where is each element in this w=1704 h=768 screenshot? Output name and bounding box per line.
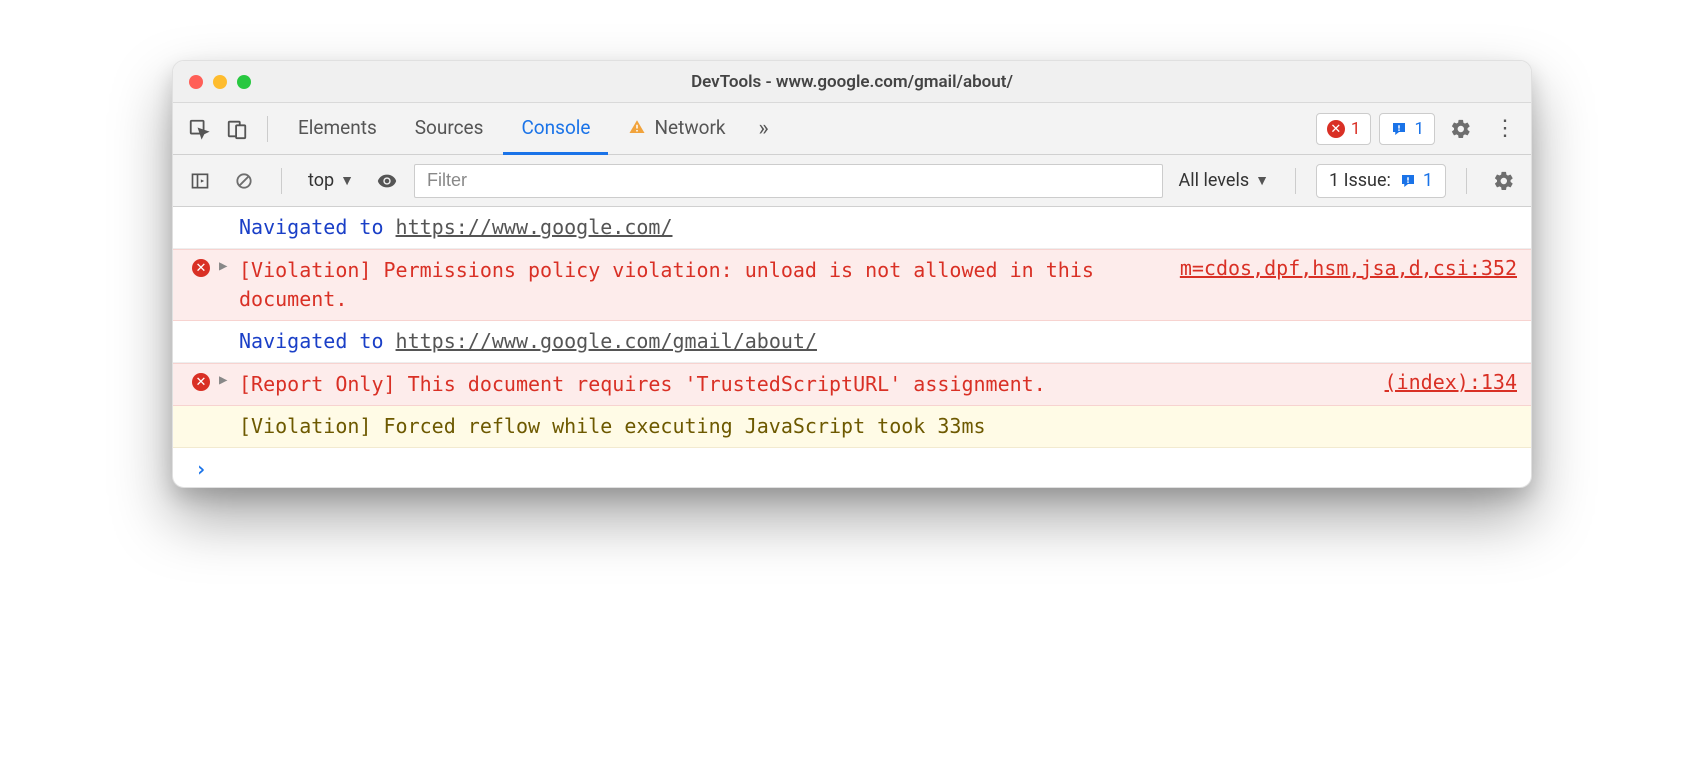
- console-settings-icon[interactable]: [1487, 164, 1521, 198]
- tab-console-label: Console: [521, 116, 590, 139]
- devtools-window: DevTools - www.google.com/gmail/about/ E…: [172, 60, 1532, 488]
- error-count: 1: [1351, 119, 1361, 139]
- more-tabs-button[interactable]: »: [746, 111, 782, 147]
- levels-label: All levels: [1179, 170, 1250, 191]
- log-row-error[interactable]: ✕ ▶ [Report Only] This document requires…: [173, 363, 1531, 406]
- nav-url[interactable]: https://www.google.com/gmail/about/: [396, 329, 817, 353]
- log-row-navigation: Navigated to https://www.google.com/: [173, 207, 1531, 249]
- error-icon: ✕: [192, 259, 210, 277]
- settings-icon[interactable]: [1443, 111, 1479, 147]
- execution-context-select[interactable]: top ▼: [302, 170, 360, 191]
- log-levels-select[interactable]: All levels ▼: [1173, 170, 1275, 191]
- tab-sources-label: Sources: [415, 116, 484, 139]
- chevron-down-icon: ▼: [340, 172, 354, 189]
- nav-prefix: Navigated to: [239, 215, 396, 239]
- nav-url[interactable]: https://www.google.com/: [396, 215, 673, 239]
- tab-network-label: Network: [654, 116, 725, 139]
- separator: [1295, 168, 1296, 194]
- error-icon: ✕: [192, 373, 210, 391]
- tab-sources[interactable]: Sources: [397, 103, 502, 155]
- error-icon: ✕: [1327, 120, 1345, 138]
- filter-input[interactable]: [414, 164, 1163, 198]
- kebab-menu-icon[interactable]: ⋮: [1487, 111, 1523, 147]
- separator: [1466, 168, 1467, 194]
- issues-label: 1 Issue:: [1329, 170, 1391, 191]
- separator: [281, 168, 282, 194]
- prompt-icon: ›: [183, 454, 219, 481]
- issue-icon: [1399, 172, 1417, 190]
- log-source-link[interactable]: (index):134: [1365, 370, 1517, 394]
- context-label: top: [308, 170, 334, 191]
- log-source-link[interactable]: m=cdos,dpf,hsm,jsa,d,csi:352: [1160, 256, 1517, 280]
- window-controls: [173, 75, 251, 89]
- console-toolbar: top ▼ All levels ▼ 1 Issue: 1: [173, 155, 1531, 207]
- log-row-warning: [Violation] Forced reflow while executin…: [173, 406, 1531, 448]
- issues-button[interactable]: 1 Issue: 1: [1316, 164, 1446, 198]
- titlebar: DevTools - www.google.com/gmail/about/: [173, 61, 1531, 103]
- issues-indicator[interactable]: 1: [1379, 113, 1435, 145]
- toggle-sidebar-icon[interactable]: [183, 164, 217, 198]
- warning-icon: [628, 118, 646, 136]
- window-title: DevTools - www.google.com/gmail/about/: [173, 72, 1531, 92]
- console-prompt[interactable]: ›: [173, 448, 1531, 487]
- expand-icon[interactable]: ▶: [219, 370, 239, 388]
- console-output: Navigated to https://www.google.com/ ✕ ▶…: [173, 207, 1531, 487]
- tab-console[interactable]: Console: [503, 103, 608, 155]
- tab-elements[interactable]: Elements: [280, 103, 395, 155]
- log-message: [Report Only] This document requires 'Tr…: [239, 370, 1365, 399]
- tab-network[interactable]: Network: [610, 103, 743, 155]
- log-row-navigation: Navigated to https://www.google.com/gmai…: [173, 321, 1531, 363]
- close-window-button[interactable]: [189, 75, 203, 89]
- issue-icon: [1390, 120, 1408, 138]
- issue-count: 1: [1414, 119, 1424, 139]
- clear-console-icon[interactable]: [227, 164, 261, 198]
- log-message: [Violation] Forced reflow while executin…: [239, 412, 1517, 441]
- separator: [267, 116, 268, 142]
- errors-indicator[interactable]: ✕ 1: [1316, 113, 1372, 145]
- device-toolbar-icon[interactable]: [219, 111, 255, 147]
- issues-count-value: 1: [1423, 170, 1433, 191]
- inspect-element-icon[interactable]: [181, 111, 217, 147]
- tab-elements-label: Elements: [298, 116, 377, 139]
- zoom-window-button[interactable]: [237, 75, 251, 89]
- tabbar-right: ✕ 1 1 ⋮: [1316, 111, 1523, 147]
- nav-prefix: Navigated to: [239, 329, 396, 353]
- live-expression-icon[interactable]: [370, 164, 404, 198]
- log-message: [Violation] Permissions policy violation…: [239, 256, 1160, 314]
- minimize-window-button[interactable]: [213, 75, 227, 89]
- expand-icon[interactable]: ▶: [219, 256, 239, 274]
- main-tabbar: Elements Sources Console Network » ✕ 1: [173, 103, 1531, 155]
- chevron-down-icon: ▼: [1255, 172, 1269, 189]
- log-row-error[interactable]: ✕ ▶ [Violation] Permissions policy viola…: [173, 249, 1531, 321]
